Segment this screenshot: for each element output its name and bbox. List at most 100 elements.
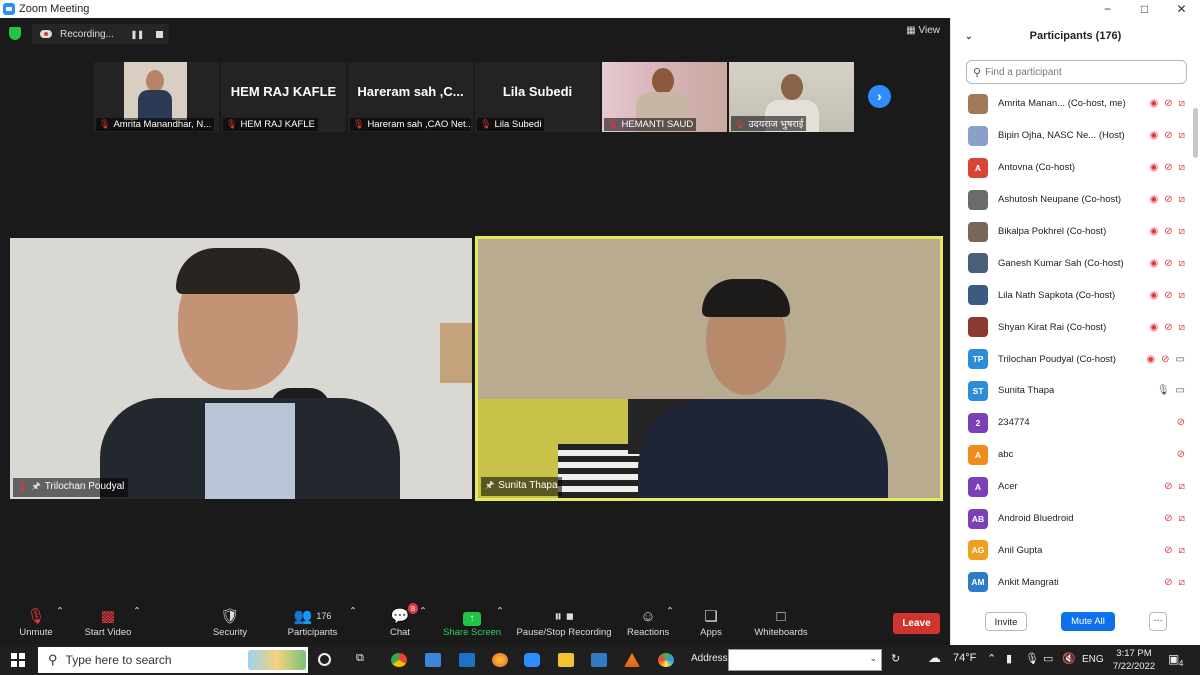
- participant-row[interactable]: Lila Nath Sapkota (Co-host) ◉ ⊘ ⧄: [951, 279, 1191, 311]
- participant-row[interactable]: AB Android Bluedroid ⊘ ⧄: [951, 503, 1191, 535]
- participant-row[interactable]: Bikalpa Pokhrel (Co-host) ◉ ⊘ ⧄: [951, 216, 1191, 248]
- vlc-icon[interactable]: [624, 653, 640, 667]
- address-dropdown-icon[interactable]: ⌄: [869, 653, 877, 664]
- participant-row[interactable]: 2 234774 ⊘: [951, 407, 1191, 439]
- mic-muted-icon[interactable]: ⊘: [1177, 449, 1185, 460]
- mic-muted-icon[interactable]: ⊘: [1177, 417, 1185, 428]
- leave-button[interactable]: Leave: [893, 613, 940, 634]
- participant-row[interactable]: TP Trilochan Poudyal (Co-host) ◉ ⊘ ▭: [951, 343, 1191, 375]
- camera-off-icon[interactable]: ⧄: [1179, 322, 1185, 333]
- mic-muted-icon[interactable]: ⊘: [1164, 162, 1172, 173]
- participant-row[interactable]: Aabc ⊘: [951, 439, 1191, 471]
- mic-muted-icon[interactable]: ⊘: [1164, 130, 1172, 141]
- share-screen-button[interactable]: ↑ Share Screen: [443, 606, 501, 638]
- camera-off-icon[interactable]: ⧄: [1179, 130, 1185, 141]
- maximize-button[interactable]: □: [1126, 0, 1163, 18]
- participant-row[interactable]: Ashutosh Neupane (Co-host) ◉ ⊘ ⧄: [951, 184, 1191, 216]
- video-tile-trilochan[interactable]: 🎙 🖈 Trilochan Poudyal: [10, 238, 472, 499]
- security-shield-icon[interactable]: [9, 27, 21, 40]
- participants-button[interactable]: 👥 176 Participants: [285, 606, 340, 638]
- reactions-caret[interactable]: ⌃: [666, 606, 674, 617]
- close-button[interactable]: ✕: [1163, 0, 1200, 18]
- notification-center-icon[interactable]: ▣ 4: [1168, 652, 1184, 668]
- chrome-icon[interactable]: [391, 653, 407, 667]
- participant-row[interactable]: A Acer ⊘ ⧄: [951, 471, 1191, 503]
- mic-muted-icon[interactable]: ⊘: [1164, 226, 1172, 237]
- thumbnail-video[interactable]: 🎙 Amrita Manandhar, N...: [94, 62, 219, 132]
- paint-icon[interactable]: [658, 653, 674, 667]
- taskbar-search-box[interactable]: ⚲ Type here to search: [38, 647, 308, 673]
- participant-row[interactable]: Amrita Manan... (Co-host, me) ◉ ⊘ ⧄: [951, 88, 1191, 120]
- thumbnail-video[interactable]: Hareram sah ,C... 🎙 Hareram sah ,CAO Net.…: [348, 62, 473, 132]
- participant-row[interactable]: Ganesh Kumar Sah (Co-host) ◉ ⊘ ⧄: [951, 247, 1191, 279]
- apps-button[interactable]: ❏ Apps: [698, 606, 724, 638]
- mic-muted-icon[interactable]: ⊘: [1164, 481, 1172, 492]
- start-video-button[interactable]: ▩ Start Video: [84, 606, 132, 638]
- mic-on-icon[interactable]: 🎙: [1157, 385, 1170, 396]
- mic-muted-icon[interactable]: ⊘: [1164, 513, 1172, 524]
- clock[interactable]: 3:17 PM 7/22/2022: [1110, 647, 1158, 673]
- mic-muted-icon[interactable]: ⊘: [1161, 354, 1169, 365]
- photos-icon[interactable]: [591, 653, 607, 667]
- mic-muted-icon[interactable]: ⊘: [1164, 290, 1172, 301]
- scrollbar[interactable]: [1193, 108, 1198, 158]
- camera-off-icon[interactable]: ⧄: [1179, 290, 1185, 301]
- view-button[interactable]: ▦ View: [906, 25, 940, 36]
- reactions-button[interactable]: ☺ Reactions: [627, 606, 669, 638]
- stop-recording-icon[interactable]: [156, 30, 163, 38]
- mic-muted-icon[interactable]: ⊘: [1164, 322, 1172, 333]
- camera-off-icon[interactable]: ⧄: [1179, 258, 1185, 269]
- camera-off-icon[interactable]: ⧄: [1179, 513, 1185, 524]
- audio-options-caret[interactable]: ⌃: [56, 606, 64, 617]
- camera-off-icon[interactable]: ⧄: [1179, 194, 1185, 205]
- camera-off-icon[interactable]: ⧄: [1179, 226, 1185, 237]
- file-explorer-icon[interactable]: [558, 653, 574, 667]
- mail-icon[interactable]: [459, 653, 475, 667]
- minimize-button[interactable]: −: [1089, 0, 1126, 18]
- mute-all-button[interactable]: Mute All: [1061, 612, 1115, 631]
- mic-muted-icon[interactable]: ⊘: [1164, 545, 1172, 556]
- video-options-caret[interactable]: ⌃: [133, 606, 141, 617]
- participant-row[interactable]: AM Ankit Mangrati ⊘ ⧄: [951, 566, 1191, 598]
- next-page-button[interactable]: ›: [868, 85, 891, 108]
- camera-off-icon[interactable]: ⧄: [1179, 545, 1185, 556]
- language-indicator[interactable]: ENG: [1082, 654, 1104, 665]
- volume-muted-icon[interactable]: 🔇: [1062, 652, 1076, 665]
- thumbnail-video[interactable]: HEM RAJ KAFLE 🎙 HEM RAJ KAFLE: [221, 62, 346, 132]
- camera-off-icon[interactable]: ⧄: [1179, 577, 1185, 588]
- mic-muted-icon[interactable]: ⊘: [1164, 98, 1172, 109]
- chat-caret[interactable]: ⌃: [419, 606, 427, 617]
- invite-button[interactable]: Invite: [985, 612, 1027, 631]
- address-input[interactable]: ⌄: [728, 649, 882, 671]
- participant-row[interactable]: A Antovna (Co-host) ◉ ⊘ ⧄: [951, 152, 1191, 184]
- camera-on-icon[interactable]: ▭: [1176, 385, 1185, 396]
- participant-row[interactable]: Shyan Kirat Rai (Co-host) ◉ ⊘ ⧄: [951, 311, 1191, 343]
- chat-button[interactable]: 💬 8 Chat: [386, 603, 418, 638]
- unmute-button[interactable]: 🎙 Unmute: [16, 606, 56, 638]
- camera-off-icon[interactable]: ⧄: [1179, 98, 1185, 109]
- refresh-icon[interactable]: ↻: [891, 652, 900, 665]
- camera-off-icon[interactable]: ⧄: [1179, 481, 1185, 492]
- security-button[interactable]: 🛡 Security: [211, 606, 249, 638]
- participant-row[interactable]: ST Sunita Thapa 🎙 ▭: [951, 375, 1191, 407]
- tray-chevron-up-icon[interactable]: ⌃: [987, 652, 996, 665]
- store-icon[interactable]: [425, 653, 441, 667]
- more-options-button[interactable]: ···: [1149, 612, 1167, 631]
- cortana-icon[interactable]: [318, 653, 331, 666]
- camera-off-icon[interactable]: ⧄: [1179, 162, 1185, 173]
- chevron-down-icon[interactable]: ⌄: [965, 18, 973, 54]
- camera-on-icon[interactable]: ▭: [1176, 354, 1185, 365]
- participants-caret[interactable]: ⌃: [349, 606, 357, 617]
- mic-muted-icon[interactable]: ⊘: [1164, 577, 1172, 588]
- pause-stop-recording-button[interactable]: ⏸ ⏹ Pause/Stop Recording: [516, 606, 612, 638]
- mic-muted-icon[interactable]: ⊘: [1164, 194, 1172, 205]
- pause-recording-icon[interactable]: ❚❚: [131, 30, 144, 39]
- mic-muted-icon[interactable]: ⊘: [1164, 258, 1172, 269]
- firefox-icon[interactable]: [492, 653, 508, 667]
- participant-row[interactable]: Bipin Ojha, NASC Ne... (Host) ◉ ⊘ ⧄: [951, 120, 1191, 152]
- windows-start-icon[interactable]: [11, 653, 25, 667]
- thumbnail-video[interactable]: Lila Subedi 🎙 Lila Subedi: [475, 62, 600, 132]
- thumbnail-video[interactable]: 🎙 उदयराज भुषराई: [729, 62, 854, 132]
- video-tile-sunita-active-speaker[interactable]: 🖈 Sunita Thapa: [475, 236, 943, 501]
- whiteboards-button[interactable]: □ Whiteboards: [752, 606, 810, 638]
